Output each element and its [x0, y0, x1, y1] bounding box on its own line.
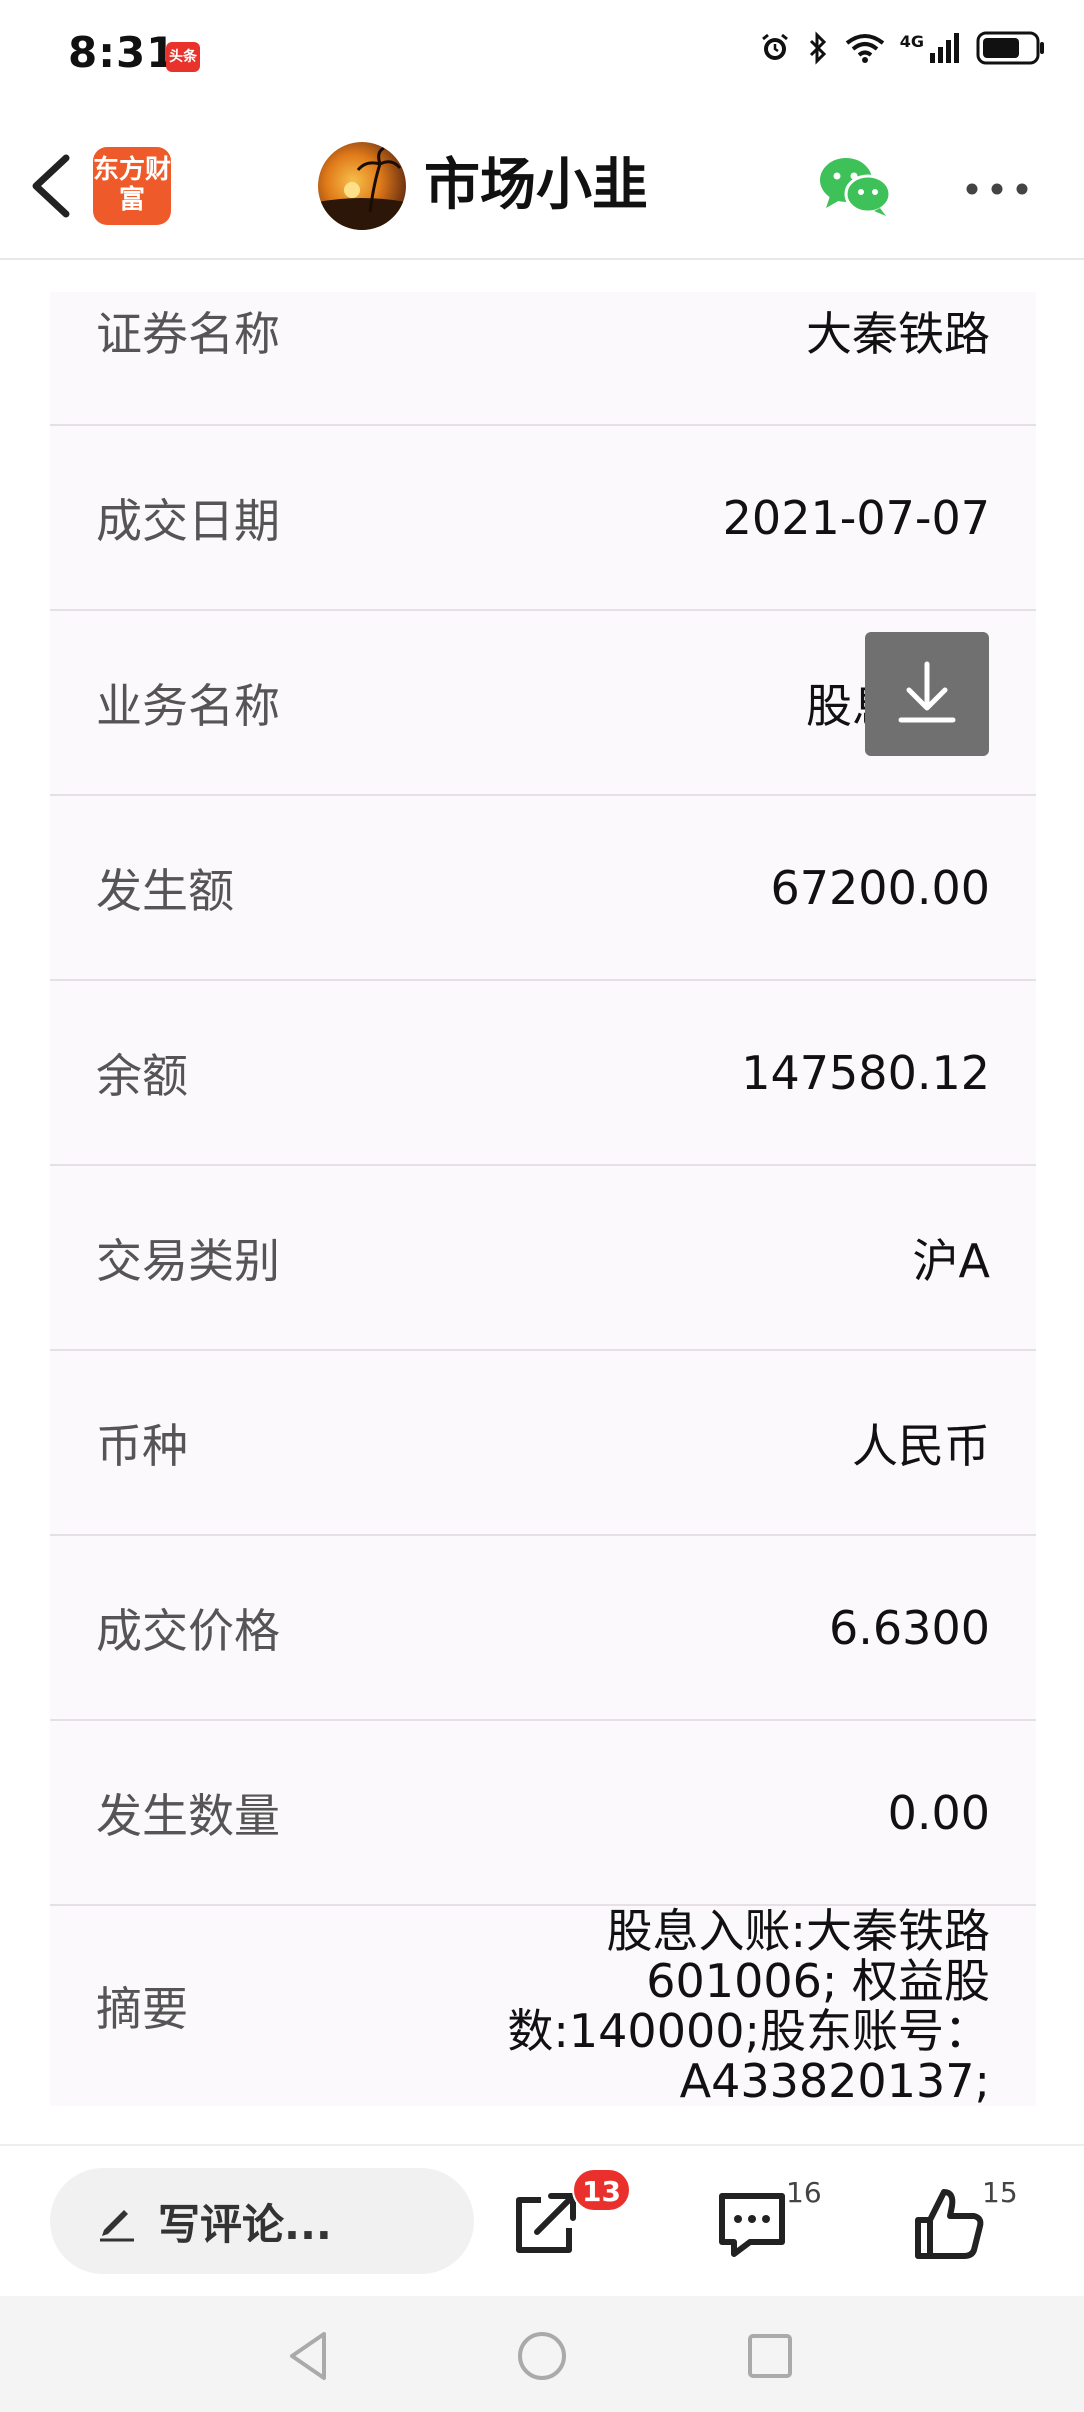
- avatar-image: [318, 146, 406, 230]
- detail-row: 成交价格 6.6300: [50, 1536, 1036, 1721]
- signal-icon: [930, 33, 959, 63]
- triangle-back-icon: [290, 2332, 326, 2380]
- row-value: 2021-07-07: [722, 490, 990, 545]
- detail-row: 发生数量 0.00: [50, 1721, 1036, 1906]
- status-bar: 8:31 头条 4G: [0, 0, 1084, 110]
- system-back-button[interactable]: [280, 2326, 340, 2386]
- row-label: 成交价格: [96, 1603, 280, 1658]
- wifi-icon: [845, 34, 884, 63]
- bluetooth-icon: [809, 31, 826, 65]
- share-badge: 13: [572, 2168, 631, 2212]
- page-title: 市场小韭: [424, 153, 648, 218]
- row-value: 0.00: [887, 1785, 990, 1840]
- comment-placeholder: 写评论...: [158, 2199, 332, 2249]
- detail-row-summary: 摘要 股息入账:大秦铁路601006; 权益股数:140000;股东账号：A43…: [50, 1906, 1036, 2106]
- row-label: 交易类别: [96, 1233, 280, 1288]
- row-label: 币种: [96, 1418, 188, 1473]
- app-logo[interactable]: 东方财富: [93, 147, 171, 225]
- bottom-toolbar: 写评论... 13 16 15: [0, 2144, 1084, 2296]
- download-button[interactable]: [865, 632, 989, 756]
- row-label: 成交日期: [96, 493, 280, 548]
- row-label: 发生额: [96, 863, 234, 918]
- content-area[interactable]: 证券名称 大秦铁路 成交日期 2021-07-07 业务名称 股息入账 发生额 …: [0, 262, 1084, 2144]
- system-recents-button[interactable]: [740, 2326, 800, 2386]
- wechat-share-button[interactable]: [818, 154, 894, 220]
- alarm-icon: [761, 33, 788, 60]
- detail-row: 成交日期 2021-07-07: [50, 426, 1036, 611]
- row-value: 沪A: [912, 1233, 990, 1288]
- comments-button[interactable]: [712, 2184, 792, 2264]
- row-label: 业务名称: [96, 678, 280, 733]
- back-button[interactable]: [22, 150, 82, 222]
- nav-bar: 东方财富 市场小韭: [0, 110, 1084, 260]
- detail-row: 交易类别 沪A: [50, 1166, 1036, 1351]
- detail-list: 证券名称 大秦铁路 成交日期 2021-07-07 业务名称 股息入账 发生额 …: [50, 292, 1036, 2106]
- back-icon: [32, 154, 70, 218]
- row-label: 摘要: [96, 1982, 188, 2036]
- like-button[interactable]: [910, 2184, 990, 2264]
- detail-row: 余额 147580.12: [50, 981, 1036, 1166]
- square-recents-icon: [748, 2334, 792, 2378]
- more-icon: [966, 183, 1028, 195]
- row-value: 股息入账:大秦铁路601006; 权益股数:140000;股东账号：A43382…: [507, 1904, 990, 2108]
- download-icon: [898, 661, 956, 723]
- more-button[interactable]: [962, 176, 1032, 202]
- system-nav-bar: [0, 2296, 1084, 2412]
- pencil-icon: [100, 2210, 134, 2242]
- comment-input[interactable]: 写评论...: [50, 2168, 474, 2274]
- like-count: 15: [982, 2176, 1018, 2209]
- detail-row: 发生额 67200.00: [50, 796, 1036, 981]
- status-time: 8:31: [68, 28, 177, 77]
- toutiao-badge-icon: 头条: [166, 42, 200, 72]
- detail-row: 证券名称 大秦铁路: [50, 292, 1036, 426]
- row-value: 67200.00: [770, 860, 991, 915]
- comment-count: 16: [786, 2176, 822, 2209]
- system-home-button[interactable]: [512, 2326, 572, 2386]
- battery-icon: [976, 31, 1044, 65]
- wechat-icon: [820, 158, 892, 216]
- like-icon: [915, 2189, 984, 2259]
- network-type: 4G: [899, 31, 924, 51]
- row-label: 发生数量: [96, 1788, 280, 1843]
- row-label: 余额: [96, 1048, 188, 1103]
- row-value: 6.6300: [829, 1600, 990, 1655]
- circle-home-icon: [518, 2332, 566, 2380]
- row-value: 大秦铁路: [806, 307, 990, 361]
- row-value: 人民币: [852, 1418, 990, 1473]
- comment-icon: [719, 2193, 785, 2257]
- avatar[interactable]: [318, 142, 406, 230]
- detail-row: 币种 人民币: [50, 1351, 1036, 1536]
- row-value: 147580.12: [741, 1045, 990, 1100]
- row-label: 证券名称: [96, 307, 280, 361]
- status-icons: 4G: [758, 30, 1046, 66]
